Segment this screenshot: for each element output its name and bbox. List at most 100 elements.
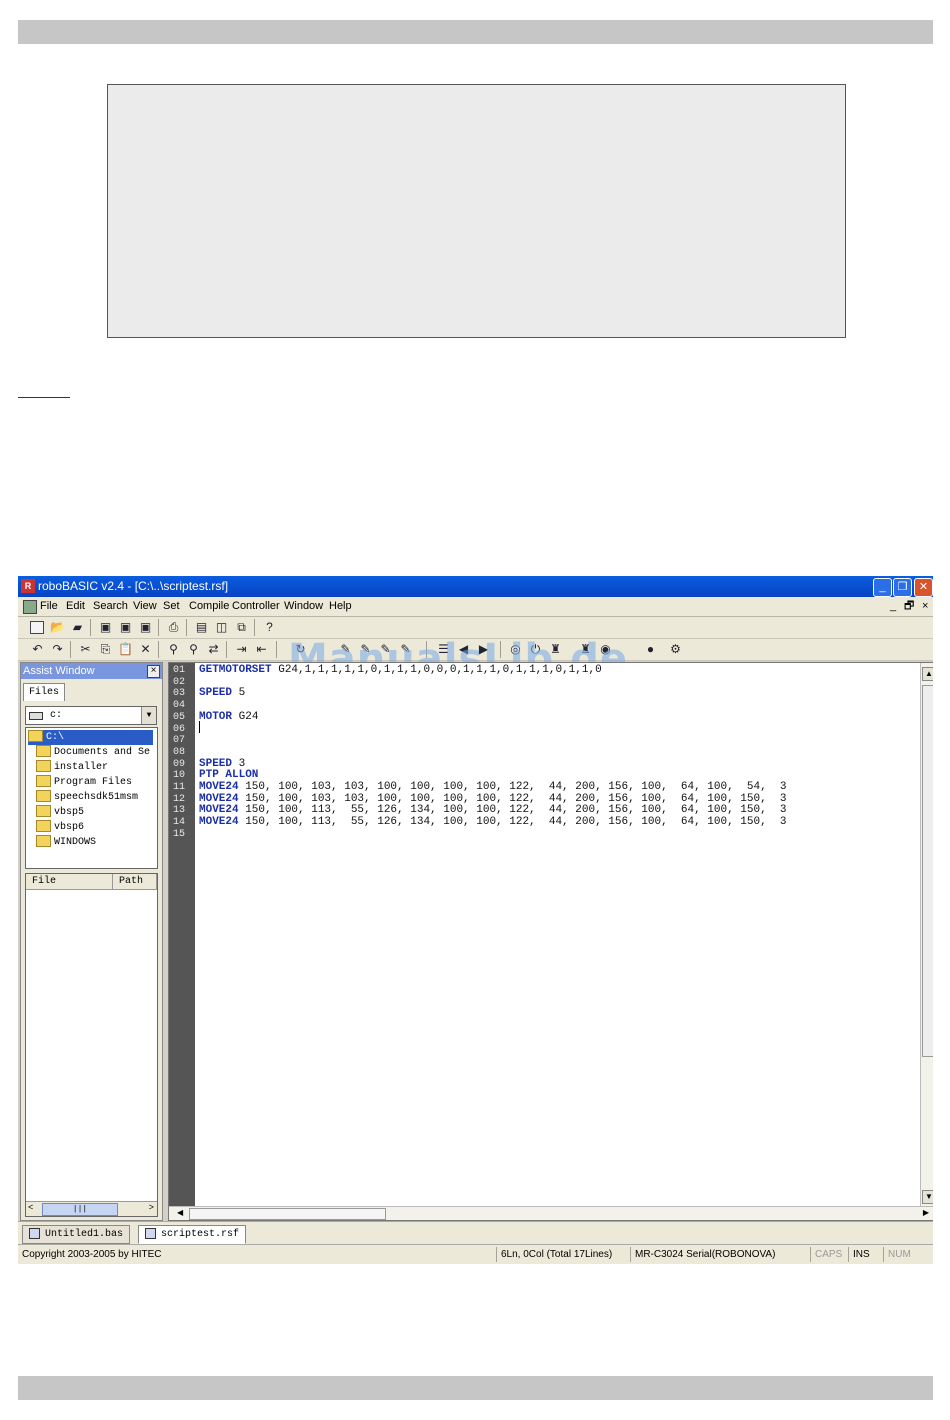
child-minimize-button[interactable]: _ [890, 597, 896, 616]
tree-item[interactable]: WINDOWS [36, 835, 96, 850]
copy-icon[interactable]: ⎘ [98, 642, 113, 656]
line-number: 06 [173, 723, 186, 735]
paste-icon[interactable]: 📋 [118, 642, 133, 656]
column-path[interactable]: Path [113, 874, 157, 890]
document-icon[interactable] [23, 600, 37, 614]
save-icon[interactable]: ▣ [98, 620, 113, 634]
line-number: 12 [173, 793, 186, 805]
folder-icon [36, 790, 51, 803]
code-line: SPEED 5 [199, 687, 246, 700]
line-number: 01 [173, 665, 186, 676]
import-icon[interactable]: ▰ [70, 620, 85, 634]
minimize-button[interactable]: _ [873, 578, 892, 597]
scroll-down-icon[interactable]: ▼ [922, 1190, 933, 1204]
drive-select[interactable]: c: ▼ [25, 706, 157, 725]
find-next-icon[interactable]: ⚲ [186, 642, 201, 656]
scroll-thumb[interactable] [922, 685, 933, 1057]
line-number: 10 [173, 770, 186, 782]
scroll-left-icon[interactable]: < [28, 1203, 33, 1213]
menu-set[interactable]: Set [163, 597, 180, 616]
robobasic-window: R roboBASIC v2.4 - [C:\..\scriptest.rsf]… [18, 576, 933, 1264]
scroll-right-icon[interactable]: > [149, 1203, 154, 1213]
folder-open-icon [28, 730, 43, 743]
scroll-thumb[interactable]: ||| [42, 1203, 118, 1216]
status-position: 6Ln, 0Col (Total 17Lines) [496, 1247, 612, 1262]
line-number: 08 [173, 746, 186, 758]
tree-item[interactable]: speechsdk51msm [36, 790, 138, 805]
save-as-icon[interactable]: ▣ [138, 620, 153, 634]
text-caret [199, 721, 200, 733]
menu-window[interactable]: Window [284, 597, 323, 616]
tab-scriptest[interactable]: scriptest.rsf [138, 1225, 247, 1244]
code-editor[interactable]: 01 02 03 04 05 06 07 08 09 10 11 12 13 1… [168, 662, 933, 1221]
menu-edit[interactable]: Edit [66, 597, 85, 616]
outdent-icon[interactable]: ⇤ [254, 642, 269, 656]
menu-file[interactable]: File [40, 597, 58, 616]
tree-item[interactable]: Documents and Se [36, 745, 150, 760]
indent-icon[interactable]: ⇥ [234, 642, 249, 656]
new-icon[interactable] [30, 621, 44, 634]
tree-item[interactable]: vbsp5 [36, 805, 84, 820]
delete-icon[interactable]: ✕ [138, 642, 153, 656]
close-button[interactable]: ✕ [914, 578, 933, 597]
tree-item[interactable]: vbsp6 [36, 820, 84, 835]
maximize-button[interactable]: ❐ [893, 578, 912, 597]
folder-icon [36, 760, 51, 773]
replace-icon[interactable]: ⇄ [206, 642, 221, 656]
tile-icon[interactable]: ◫ [214, 620, 229, 634]
line-number: 03 [173, 688, 186, 700]
tree-item[interactable]: installer [36, 760, 108, 775]
file-list-scrollbar[interactable]: < ||| > [26, 1201, 157, 1216]
scroll-thumb[interactable] [189, 1208, 386, 1220]
tab-files[interactable]: Files [23, 683, 65, 701]
undo-icon[interactable]: ↶ [30, 642, 45, 656]
menu-controller[interactable]: Controller [232, 597, 280, 616]
status-num: NUM [883, 1247, 911, 1262]
menu-view[interactable]: View [133, 597, 157, 616]
menu-search[interactable]: Search [93, 597, 128, 616]
editor-vertical-scrollbar[interactable]: ▲ ▼ [920, 663, 933, 1206]
scroll-right-icon[interactable]: ▶ [923, 1208, 929, 1217]
underline-mark [18, 397, 70, 398]
scroll-up-icon[interactable]: ▲ [922, 667, 933, 681]
folder-icon [36, 775, 51, 788]
redo-icon[interactable]: ↷ [50, 642, 65, 656]
settings-icon[interactable]: ⚙ [668, 642, 683, 656]
chevron-down-icon[interactable]: ▼ [141, 707, 156, 724]
scroll-left-icon[interactable]: ◀ [177, 1208, 183, 1217]
status-copyright: Copyright 2003-2005 by HITEC [22, 1249, 162, 1260]
drive-icon [29, 712, 43, 720]
editor-horizontal-scrollbar[interactable]: ◀ ▶ [169, 1206, 933, 1220]
child-close-button[interactable]: × [922, 597, 928, 616]
find-icon[interactable]: ⚲ [166, 642, 181, 656]
child-restore-button[interactable]: 🗗 [904, 597, 914, 616]
assist-close-button[interactable]: × [147, 665, 160, 678]
line-number: 11 [173, 782, 186, 793]
cut-icon[interactable]: ✂ [78, 642, 93, 656]
code-line: MOTOR G24 [199, 710, 259, 723]
line-number: 09 [173, 758, 186, 770]
save-all-icon[interactable]: ▣ [118, 620, 133, 634]
footer-bar [18, 1376, 933, 1400]
window-icon[interactable]: ▤ [194, 620, 209, 634]
document-tabs: Untitled1.bas scriptest.rsf [18, 1221, 933, 1244]
record-icon[interactable]: ● [643, 642, 658, 656]
folder-icon [36, 835, 51, 848]
tree-item[interactable]: C:\ [28, 730, 153, 745]
file-list: File Path < ||| > [25, 873, 158, 1217]
window-title: roboBASIC v2.4 - [C:\..\scriptest.rsf] [38, 579, 229, 593]
code-line: MOVE24 150, 100, 113, 55, 126, 134, 100,… [199, 816, 787, 829]
tree-item[interactable]: Program Files [36, 775, 132, 790]
open-icon[interactable]: 📂 [50, 620, 65, 634]
folder-icon [36, 820, 51, 833]
column-file[interactable]: File [26, 874, 113, 890]
print-icon[interactable]: ⎙ [166, 620, 181, 634]
tab-untitled1[interactable]: Untitled1.bas [22, 1225, 131, 1244]
folder-icon [36, 805, 51, 818]
menu-compile[interactable]: Compile [189, 597, 229, 616]
title-bar[interactable]: R roboBASIC v2.4 - [C:\..\scriptest.rsf]… [18, 576, 933, 597]
assist-header: Assist Window × [21, 663, 162, 679]
menu-help[interactable]: Help [329, 597, 352, 616]
cascade-icon[interactable]: ⧉ [234, 620, 249, 634]
help-icon[interactable]: ? [262, 620, 277, 634]
